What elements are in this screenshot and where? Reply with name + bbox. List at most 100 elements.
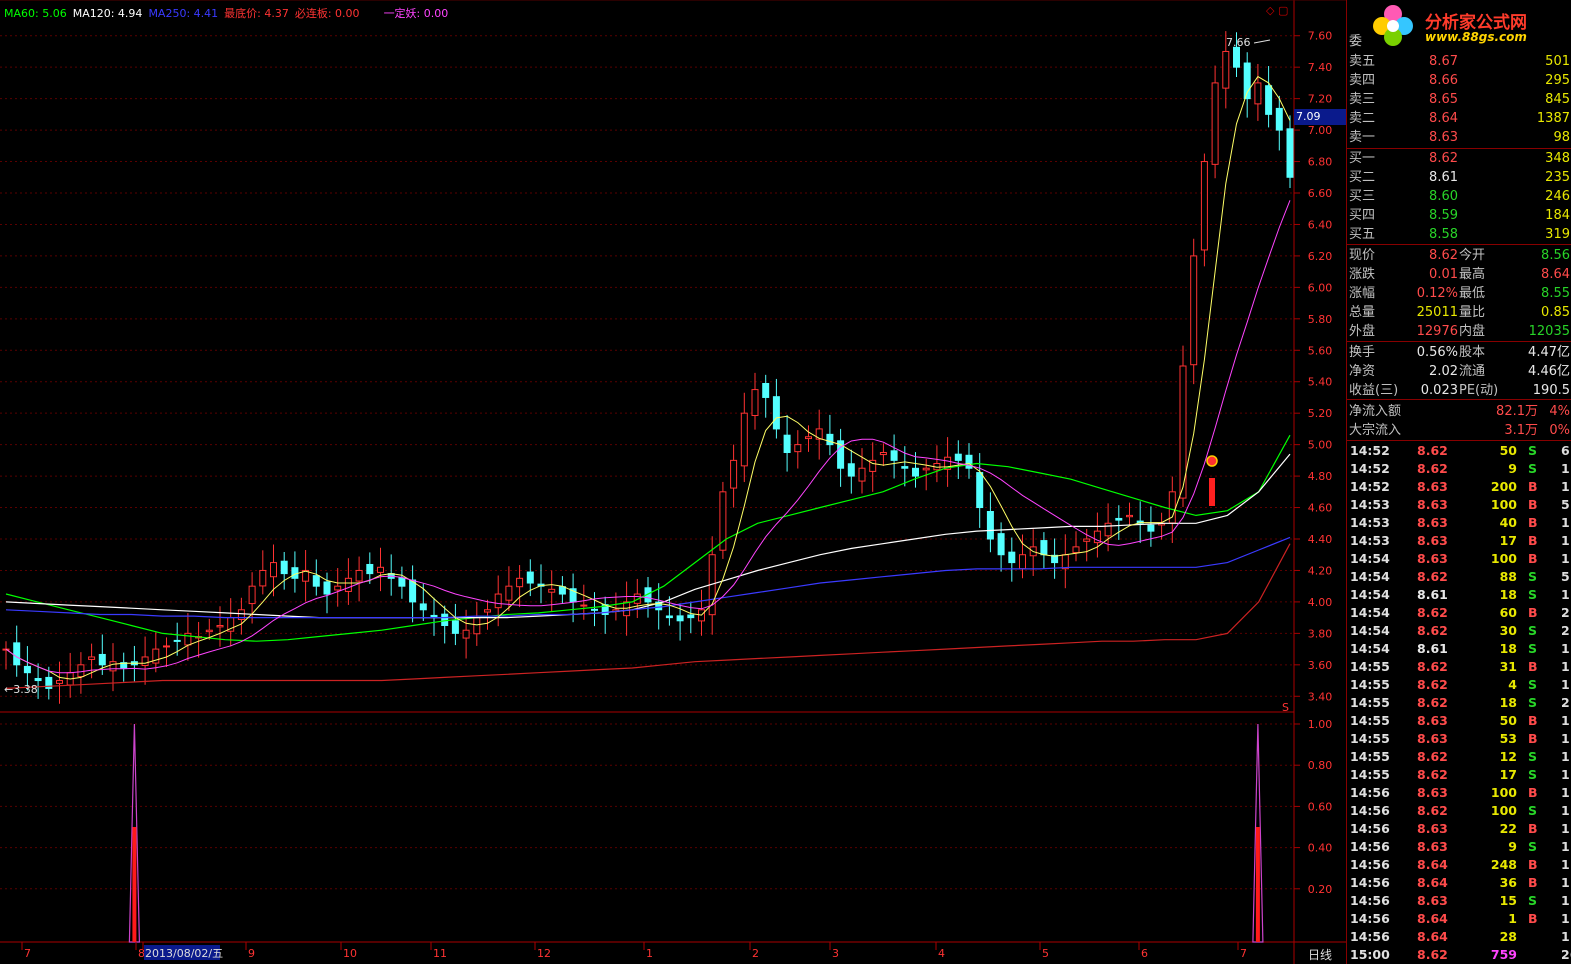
price-tick-label: 6.60 xyxy=(1308,187,1333,200)
tick-row[interactable]: 14:54 8.62 60 B 2 xyxy=(1347,604,1571,622)
tick-row[interactable]: 14:53 8.63 40 B 1 xyxy=(1347,514,1571,532)
tick-row[interactable]: 14:55 8.62 31 B 1 xyxy=(1347,658,1571,676)
quote-label: 现价 xyxy=(1349,248,1376,263)
ask-row[interactable]: 卖五 8.67 501 xyxy=(1347,52,1571,71)
bid-row[interactable]: 买五 8.58 319 xyxy=(1347,225,1571,244)
tick-row[interactable]: 14:56 8.63 22 B 1 xyxy=(1347,820,1571,838)
tick-row[interactable]: 14:55 8.63 53 B 1 xyxy=(1347,730,1571,748)
candle-body xyxy=(879,452,887,456)
tick-row[interactable]: 14:53 8.63 100 B 5 xyxy=(1347,496,1571,514)
tick-row[interactable]: 14:56 8.63 15 S 1 xyxy=(1347,892,1571,910)
tick-row[interactable]: 14:55 8.62 12 S 1 xyxy=(1347,748,1571,766)
tick-row[interactable]: 15:00 8.62 759 26 xyxy=(1347,946,1571,964)
tick-row[interactable]: 14:54 8.61 18 S 1 xyxy=(1347,640,1571,658)
legend-item: MA60: 5.06 xyxy=(4,7,67,20)
tick-side: S xyxy=(1528,443,1538,458)
tick-volume: 759 xyxy=(1490,947,1517,962)
tick-row[interactable]: 14:56 8.64 248 B 1 xyxy=(1347,856,1571,874)
tick-row[interactable]: 14:56 8.62 100 S 1 xyxy=(1347,802,1571,820)
tick-row[interactable]: 14:55 8.62 18 S 2 xyxy=(1347,694,1571,712)
bid-volume: 246 xyxy=(1545,189,1570,204)
tick-row[interactable]: 14:54 8.61 18 S 1 xyxy=(1347,586,1571,604)
candle-body xyxy=(291,567,299,579)
tick-row[interactable]: 14:56 8.63 9 S 1 xyxy=(1347,838,1571,856)
quote-value: 8.62 xyxy=(1429,248,1458,263)
candle-body xyxy=(1126,514,1133,518)
tick-time: 14:52 xyxy=(1350,443,1390,458)
tick-side: B xyxy=(1528,551,1538,566)
tick-row[interactable]: 14:56 8.64 28 1 xyxy=(1347,928,1571,946)
candle-body xyxy=(377,566,384,573)
bid-price: 8.61 xyxy=(1429,170,1458,185)
kline-chart-area[interactable]: 7.60 7.40 7.20 7.00 6.80 6.60 6.40 6.20 6.00 5.80… xyxy=(0,0,1348,964)
candle-body xyxy=(451,620,459,634)
quote-panel: 分析家公式网 www.88gs.com 委 卖五 8.67 501 卖四 8.66 295… xyxy=(1346,0,1571,964)
chart-corner-icons[interactable]: ◇ ▢ xyxy=(1266,4,1288,17)
candle-body xyxy=(794,444,802,453)
tick-volume: 53 xyxy=(1499,731,1517,746)
tick-volume: 60 xyxy=(1499,605,1517,620)
tick-count: 1 xyxy=(1561,551,1570,566)
candle-body xyxy=(441,613,449,626)
tick-side: B xyxy=(1528,911,1538,926)
tick-row[interactable]: 14:55 8.62 4 S 1 xyxy=(1347,676,1571,694)
tick-row[interactable]: 14:54 8.63 100 B 1 xyxy=(1347,550,1571,568)
tick-row[interactable]: 14:56 8.64 1 B 1 xyxy=(1347,910,1571,928)
candle-body xyxy=(473,617,481,635)
date-label: 4 xyxy=(938,947,945,960)
tick-volume: 36 xyxy=(1499,875,1517,890)
tick-row[interactable]: 14:56 8.63 100 B 1 xyxy=(1347,784,1571,802)
candle-body xyxy=(355,569,363,582)
fund-label: 股本 xyxy=(1459,345,1486,360)
candle-body xyxy=(366,563,374,575)
bid-row[interactable]: 买一 8.62 348 xyxy=(1347,149,1571,168)
candle-body xyxy=(976,472,984,509)
price-tick-label: 3.60 xyxy=(1308,659,1333,672)
tick-row[interactable]: 14:52 8.62 9 S 1 xyxy=(1347,460,1571,478)
candle-body xyxy=(687,614,695,619)
legend-item: MA120: 4.94 xyxy=(72,7,143,20)
tick-time: 14:54 xyxy=(1350,641,1390,656)
tick-price: 8.63 xyxy=(1417,821,1448,836)
tick-row[interactable]: 14:56 8.64 36 B 1 xyxy=(1347,874,1571,892)
tick-side: B xyxy=(1528,479,1538,494)
candle-body xyxy=(13,642,21,666)
tick-row[interactable]: 14:55 8.62 17 S 1 xyxy=(1347,766,1571,784)
flow-pct: 4% xyxy=(1549,404,1570,419)
quote-row: 涨幅 0.12% 最低 8.55 xyxy=(1347,284,1571,303)
date-label: 10 xyxy=(343,947,357,960)
tick-side: S xyxy=(1528,767,1538,782)
tick-row[interactable]: 14:55 8.63 50 B 1 xyxy=(1347,712,1571,730)
kline-chart-svg[interactable]: 7.60 7.40 7.20 7.00 6.80 6.60 6.40 6.20 6.00 5.80… xyxy=(0,0,1346,964)
candle-body xyxy=(56,680,63,684)
flow-value: 82.1万 xyxy=(1496,404,1538,419)
bid-row[interactable]: 买四 8.59 184 xyxy=(1347,206,1571,225)
candle-body xyxy=(77,664,85,678)
bid-row[interactable]: 买三 8.60 246 xyxy=(1347,187,1571,206)
price-tick-label: 7.60 xyxy=(1308,30,1333,43)
tick-time: 14:56 xyxy=(1350,857,1390,872)
tick-count: 5 xyxy=(1561,569,1570,584)
period-label[interactable]: 日线 xyxy=(1308,946,1332,963)
tick-row[interactable]: 14:53 8.63 17 B 1 xyxy=(1347,532,1571,550)
candle-body xyxy=(954,453,962,461)
candle-body xyxy=(505,585,513,601)
tick-row[interactable]: 14:54 8.62 88 S 5 xyxy=(1347,568,1571,586)
tick-row[interactable]: 14:54 8.62 30 S 2 xyxy=(1347,622,1571,640)
tick-row[interactable]: 14:52 8.63 200 B 1 xyxy=(1347,478,1571,496)
ask-row[interactable]: 卖四 8.66 295 xyxy=(1347,71,1571,90)
candle-body xyxy=(98,653,106,666)
tick-price: 8.63 xyxy=(1417,533,1448,548)
tick-side: B xyxy=(1528,713,1538,728)
divider xyxy=(1347,399,1571,400)
ask-row[interactable]: 卖一 8.63 98 xyxy=(1347,128,1571,147)
ask-row[interactable]: 卖二 8.64 1387 xyxy=(1347,109,1571,128)
indicator-tick-label: 0.40 xyxy=(1308,842,1333,855)
date-label: 7 xyxy=(1240,947,1247,960)
tick-row[interactable]: 14:52 8.62 50 S 6 xyxy=(1347,442,1571,460)
ask-label: 卖四 xyxy=(1349,73,1376,88)
bid-row[interactable]: 买二 8.61 235 xyxy=(1347,168,1571,187)
candle-body xyxy=(1254,82,1262,105)
candle-body xyxy=(901,466,909,469)
ask-row[interactable]: 卖三 8.65 845 xyxy=(1347,90,1571,109)
